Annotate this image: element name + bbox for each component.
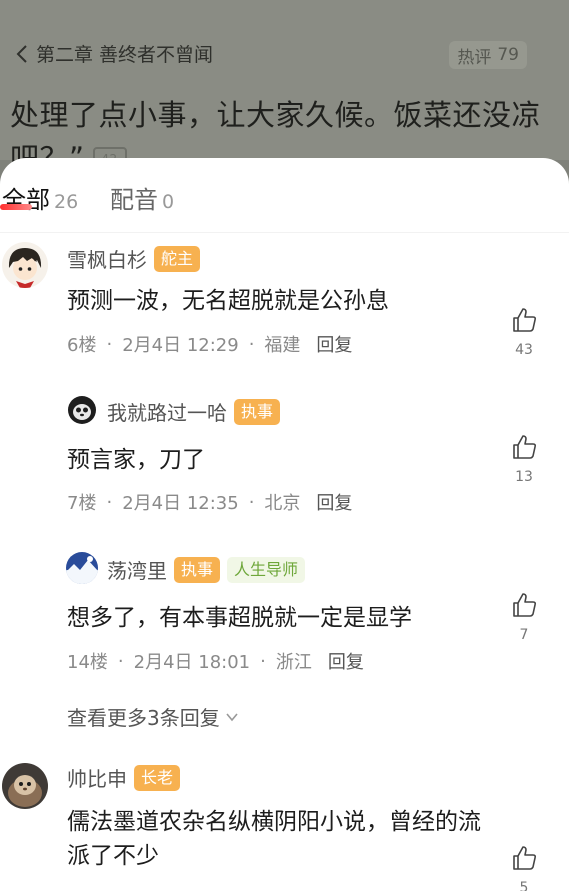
reply-button[interactable]: 回复 xyxy=(316,489,352,515)
comment-text: 想多了，有本事超脱就一定是显学 xyxy=(67,605,412,631)
back-button[interactable]: 第二章 善终者不曾闻 xyxy=(14,40,213,67)
like-count: 5 xyxy=(519,880,529,891)
separator-dot: · xyxy=(248,491,255,513)
tab-active-indicator xyxy=(0,204,32,210)
separator-dot: · xyxy=(106,491,113,513)
comment-author: 帅比申 长老 xyxy=(67,763,181,792)
role-badge: 舵主 xyxy=(154,245,201,272)
snowy-landscape-avatar-icon xyxy=(66,552,98,584)
chapter-title: 第二章 善终者不曾闻 xyxy=(36,44,214,66)
location: 浙江 xyxy=(275,652,312,673)
like-button[interactable]: 43 xyxy=(504,306,544,358)
floor: 7楼 xyxy=(67,493,97,514)
hot-count: 79 xyxy=(497,45,519,65)
reply-button[interactable]: 回复 xyxy=(316,331,352,357)
comment-text: 预言家，刀了 xyxy=(67,447,205,473)
floor: 14楼 xyxy=(67,652,108,673)
divider xyxy=(0,232,569,233)
hot-label: 热评 xyxy=(457,47,492,68)
chevron-down-icon xyxy=(226,712,238,721)
comment-meta: 7楼 · 2月4日 12:35 · 北京 回复 xyxy=(67,489,352,515)
thumbs-up-icon xyxy=(513,435,537,459)
role-badge: 执事 xyxy=(174,556,221,583)
tab-voice-label: 配音 xyxy=(110,186,158,214)
username[interactable]: 帅比申 xyxy=(67,763,127,792)
chevron-left-icon xyxy=(16,44,27,63)
view-more-replies[interactable]: 查看更多3条回复 xyxy=(67,702,240,731)
separator-dot: · xyxy=(106,333,113,355)
like-button[interactable]: 7 xyxy=(504,591,544,643)
like-button[interactable]: 13 xyxy=(504,433,544,485)
comment-author: 雪枫白杉 舵主 xyxy=(67,244,201,273)
comment-sheet: 全部 26 配音 0 雪枫白杉 舵主 预测一波，无名超脱就是公孙息 6楼 · 2… xyxy=(0,158,569,891)
date: 2月4日 12:29 xyxy=(122,335,239,356)
role-badge: 长老 xyxy=(134,764,181,791)
thumbs-up-icon xyxy=(513,846,537,870)
comment-text: 预测一波，无名超脱就是公孙息 xyxy=(67,288,389,314)
date: 2月4日 12:35 xyxy=(122,493,239,514)
like-count: 43 xyxy=(515,342,533,358)
comment-meta: 14楼 · 2月4日 18:01 · 浙江 回复 xyxy=(67,648,364,674)
tab-all-count: 26 xyxy=(54,191,79,213)
separator-dot: · xyxy=(248,333,255,355)
separator-dot: · xyxy=(260,650,266,672)
username[interactable]: 荡湾里 xyxy=(107,555,167,584)
reply-button[interactable]: 回复 xyxy=(328,648,364,674)
thumbs-up-icon xyxy=(513,308,537,332)
tab-voice[interactable]: 配音 0 xyxy=(110,180,174,215)
role-badge: 执事 xyxy=(234,398,281,425)
hot-comments-button[interactable]: 热评 79 xyxy=(449,41,527,69)
separator-dot: · xyxy=(117,650,124,672)
like-count: 7 xyxy=(519,627,529,643)
avatar[interactable] xyxy=(2,242,48,288)
avatar[interactable] xyxy=(2,763,48,809)
avatar[interactable] xyxy=(66,394,98,426)
comment-meta: 6楼 · 2月4日 12:29 · 福建 回复 xyxy=(67,331,352,357)
username[interactable]: 我就路过一哈 xyxy=(107,397,227,426)
avatar[interactable] xyxy=(66,552,98,584)
pet-photo-avatar-icon xyxy=(2,763,48,809)
panda-avatar-icon xyxy=(66,394,98,426)
tab-voice-count: 0 xyxy=(162,191,175,213)
comment-author: 荡湾里 执事 人生导师 xyxy=(107,555,306,584)
title-badge: 人生导师 xyxy=(227,556,306,583)
date: 2月4日 18:01 xyxy=(133,652,251,673)
comment-tabs: 全部 26 配音 0 xyxy=(0,158,569,232)
username[interactable]: 雪枫白杉 xyxy=(67,244,147,273)
anime-boy-avatar-icon xyxy=(2,242,48,288)
like-button[interactable]: 5 xyxy=(504,844,544,891)
view-more-label: 查看更多3条回复 xyxy=(67,706,220,730)
like-count: 13 xyxy=(515,469,533,485)
comment-author: 我就路过一哈 执事 xyxy=(107,397,281,426)
location: 福建 xyxy=(264,335,301,356)
floor: 6楼 xyxy=(67,335,97,356)
location: 北京 xyxy=(264,493,301,514)
thumbs-up-icon xyxy=(513,593,537,617)
comment-text: 儒法墨道农杂名纵横阴阳小说，曾经的流派了不少 xyxy=(67,809,481,869)
